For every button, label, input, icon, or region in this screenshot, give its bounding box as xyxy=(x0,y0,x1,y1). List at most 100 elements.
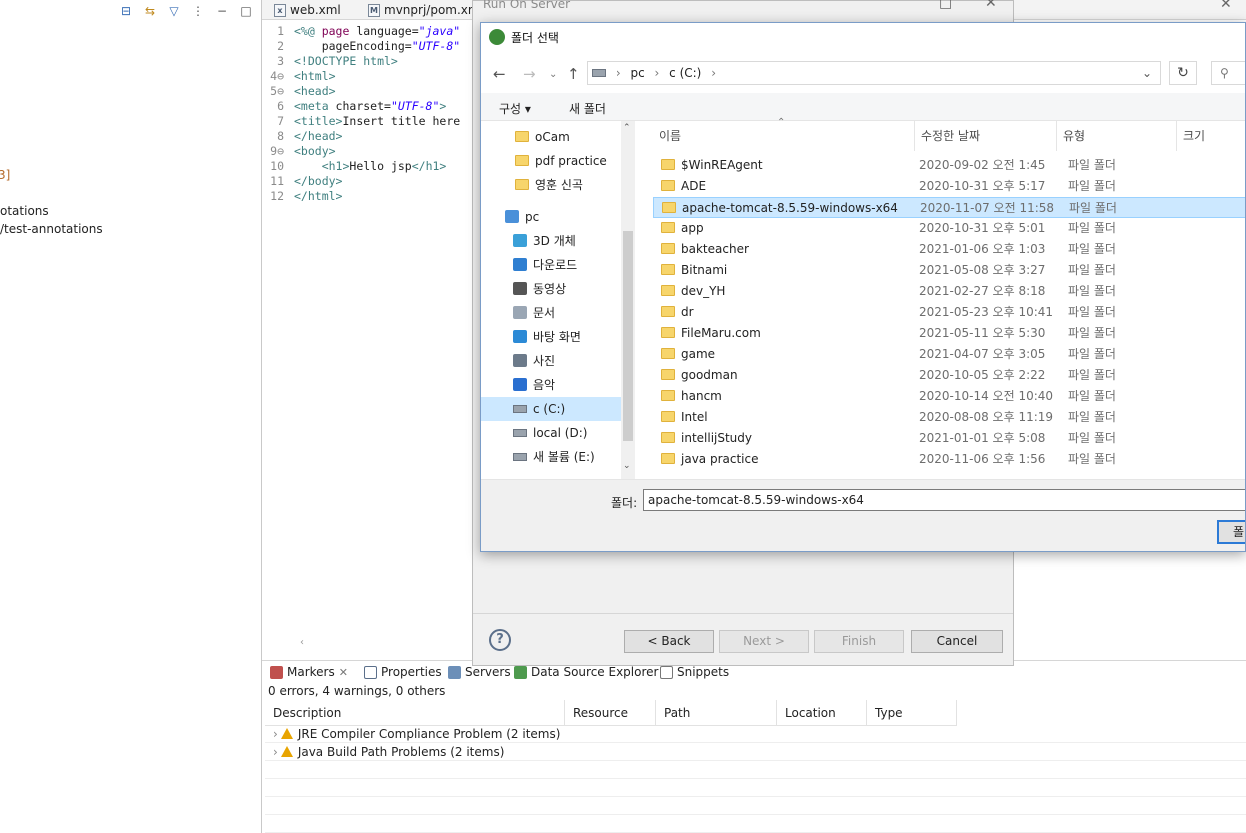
link-editor-icon[interactable]: ⇆ xyxy=(143,4,157,18)
column-type[interactable]: 유형 xyxy=(1057,121,1177,151)
collapse-all-icon[interactable]: ⊟ xyxy=(119,4,133,18)
code-line[interactable]: 3 <!DOCTYPE html> xyxy=(262,54,398,69)
file-row[interactable]: ADE 2020-10-31 오후 5:17 파일 폴더 xyxy=(653,176,1245,197)
column-date-modified[interactable]: 수정한 날짜 xyxy=(915,121,1057,151)
new-folder-button[interactable]: 새 폴더 xyxy=(569,100,606,117)
scroll-down-icon[interactable]: ⌄ xyxy=(623,461,631,471)
chevron-down-icon[interactable]: ⌄ xyxy=(1142,62,1152,84)
file-row[interactable]: dr 2021-05-23 오후 10:41 파일 폴더 xyxy=(653,302,1245,323)
tree-item[interactable]: otations xyxy=(0,204,49,218)
nav-item[interactable]: 바탕 화면 xyxy=(481,325,621,349)
search-input[interactable]: ⚲ xyxy=(1211,61,1245,85)
nav-item[interactable]: 음악 xyxy=(481,373,621,397)
column-resource[interactable]: Resource xyxy=(565,700,656,726)
code-line[interactable]: 1 <%@ page language="java" xyxy=(262,24,460,39)
folder-name-input[interactable]: apache-tomcat-8.5.59-windows-x64 xyxy=(643,489,1245,511)
nav-item[interactable]: oCam xyxy=(481,125,621,149)
address-bar[interactable]: › pc › c (C:) › ⌄ xyxy=(587,61,1161,85)
cancel-button[interactable]: Cancel xyxy=(911,630,1003,653)
code-line[interactable]: 8 </head> xyxy=(262,129,342,144)
tab-properties[interactable]: Properties xyxy=(364,665,442,679)
help-icon[interactable]: ? xyxy=(489,629,511,651)
nav-item-label: pdf practice xyxy=(535,154,607,168)
file-row[interactable]: apache-tomcat-8.5.59-windows-x64 2020-11-… xyxy=(653,197,1245,218)
nav-item[interactable]: 다운로드 xyxy=(481,253,621,277)
column-location[interactable]: Location xyxy=(777,700,867,726)
tab-markers[interactable]: Markers ✕ xyxy=(270,665,348,679)
tab-servers[interactable]: Servers xyxy=(448,665,511,679)
file-row[interactable]: FileMaru.com 2021-05-11 오후 5:30 파일 폴더 xyxy=(653,323,1245,344)
tab-web-xml[interactable]: x web.xml xyxy=(274,2,341,19)
nav-item[interactable]: 영훈 신곡 xyxy=(481,173,621,197)
file-date: 2021-01-01 오후 5:08 xyxy=(919,431,1046,445)
file-row[interactable]: app 2020-10-31 오후 5:01 파일 폴더 xyxy=(653,218,1245,239)
back-button[interactable]: < Back xyxy=(624,630,714,653)
nav-item[interactable]: 문서 xyxy=(481,301,621,325)
file-row[interactable]: intellijStudy 2021-01-01 오후 5:08 파일 폴더 xyxy=(653,428,1245,449)
breadcrumb-item[interactable]: pc xyxy=(630,66,644,80)
scrollbar-thumb[interactable] xyxy=(623,231,633,441)
chevron-down-icon[interactable]: ⌄ xyxy=(549,69,557,80)
nav-item[interactable]: local (D:) xyxy=(481,421,621,445)
file-row[interactable]: java practice 2020-11-06 오후 1:56 파일 폴더 xyxy=(653,449,1245,470)
up-arrow-icon[interactable]: ↑ xyxy=(567,65,580,83)
nav-item[interactable]: pc xyxy=(481,205,621,229)
file-name: FileMaru.com xyxy=(681,326,761,340)
code-line[interactable]: 10 <h1>Hello jsp</h1> xyxy=(262,159,446,174)
tab-data-source-explorer[interactable]: Data Source Explorer xyxy=(514,665,658,679)
file-row[interactable]: Intel 2020-08-08 오후 11:19 파일 폴더 xyxy=(653,407,1245,428)
file-row[interactable]: goodman 2020-10-05 오후 2:22 파일 폴더 xyxy=(653,365,1245,386)
nav-item[interactable]: 새 볼륨 (E:) xyxy=(481,445,621,469)
view-menu-icon[interactable]: ⋮ xyxy=(191,4,205,18)
code-line[interactable]: 11 </body> xyxy=(262,174,342,189)
finish-button[interactable]: Finish xyxy=(814,630,904,653)
forward-arrow-icon[interactable]: → xyxy=(523,65,536,83)
tab-snippets[interactable]: Snippets xyxy=(660,665,729,679)
code-line[interactable]: 12 </html> xyxy=(262,189,342,204)
breadcrumb-item[interactable]: c (C:) xyxy=(669,66,701,80)
maximize-icon[interactable]: □ xyxy=(239,4,253,18)
next-button[interactable]: Next > xyxy=(719,630,809,653)
organize-button[interactable]: 구성 ▾ xyxy=(499,100,531,117)
close-icon[interactable]: ✕ xyxy=(1220,0,1232,12)
code-line[interactable]: 2 pageEncoding="UTF-8" xyxy=(262,39,460,54)
code-line[interactable]: 9⊖ <body> xyxy=(262,144,335,159)
select-folder-button[interactable]: 폴 xyxy=(1217,520,1245,544)
code-line[interactable]: 5⊖ <head> xyxy=(262,84,335,99)
close-icon[interactable]: ✕ xyxy=(985,0,997,11)
scroll-up-icon[interactable]: ⌃ xyxy=(623,123,631,133)
chevron-right-icon[interactable]: › xyxy=(273,727,278,741)
chevron-right-icon[interactable]: › xyxy=(273,745,278,759)
code-line[interactable]: 6 <meta charset="UTF-8"> xyxy=(262,99,446,114)
column-path[interactable]: Path xyxy=(656,700,777,726)
minimize-icon[interactable]: − xyxy=(215,4,229,18)
code-line[interactable]: 4⊖ <html> xyxy=(262,69,335,84)
column-description[interactable]: Description xyxy=(265,700,565,726)
back-arrow-icon[interactable]: ← xyxy=(493,65,506,83)
file-row[interactable]: $WinREAgent 2020-09-02 오전 1:45 파일 폴더 xyxy=(653,155,1245,176)
tree-item[interactable]: /test-annotations xyxy=(0,222,103,236)
close-icon[interactable]: ✕ xyxy=(339,666,348,679)
navigation-scrollbar[interactable]: ⌃ ⌄ xyxy=(621,121,635,479)
filter-icon[interactable]: ▽ xyxy=(167,4,181,18)
code-line[interactable]: 7 <title>Insert title here xyxy=(262,114,460,129)
tab-pom-xml[interactable]: M mvnprj/pom.xm xyxy=(368,2,480,19)
file-row[interactable]: dev_YH 2021-02-27 오후 8:18 파일 폴더 xyxy=(653,281,1245,302)
file-row[interactable]: game 2021-04-07 오후 3:05 파일 폴더 xyxy=(653,344,1245,365)
nav-item[interactable]: 사진 xyxy=(481,349,621,373)
maximize-icon[interactable]: □ xyxy=(939,0,952,11)
file-row[interactable]: hancm 2020-10-14 오전 10:40 파일 폴더 xyxy=(653,386,1245,407)
nav-item[interactable]: 3D 개체 xyxy=(481,229,621,253)
refresh-icon[interactable]: ↻ xyxy=(1169,61,1197,85)
column-type[interactable]: Type xyxy=(867,700,957,726)
tree-item[interactable]: 3] xyxy=(0,168,10,182)
table-row[interactable]: › Java Build Path Problems (2 items) xyxy=(265,743,1246,761)
nav-item[interactable]: c (C:) xyxy=(481,397,621,421)
table-row[interactable]: › JRE Compiler Compliance Problem (2 item… xyxy=(265,725,1246,743)
file-row[interactable]: Bitnami 2021-05-08 오후 3:27 파일 폴더 xyxy=(653,260,1245,281)
folder-icon xyxy=(515,155,529,166)
file-row[interactable]: bakteacher 2021-01-06 오후 1:03 파일 폴더 xyxy=(653,239,1245,260)
nav-item[interactable]: 동영상 xyxy=(481,277,621,301)
column-size[interactable]: 크기 xyxy=(1177,121,1245,151)
nav-item[interactable]: pdf practice xyxy=(481,149,621,173)
